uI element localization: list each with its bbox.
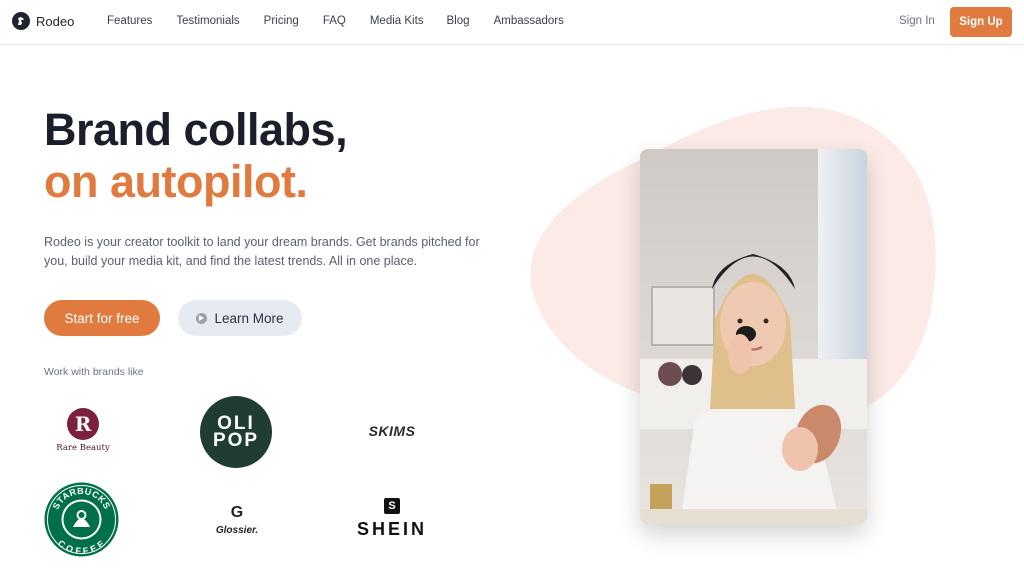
hero-headline: Brand collabs, on autopilot. — [44, 104, 355, 208]
shein-logo: S SHEIN — [355, 497, 429, 541]
creator-video[interactable] — [640, 149, 867, 524]
shein-mark: S — [384, 498, 400, 514]
glossier-mark: G — [230, 503, 244, 521]
brands-label: Work with brands like — [44, 366, 144, 378]
background-blob — [530, 106, 936, 426]
starbucks-logo: STARBUCKS COFFEE — [44, 482, 119, 557]
hero-subtext: Rodeo is your creator toolkit to land yo… — [44, 235, 480, 268]
glossier-text: Glossier. — [215, 524, 259, 536]
start-for-free-button[interactable]: Start for free — [44, 300, 160, 336]
play-icon — [196, 312, 208, 324]
glossier-logo: G Glossier. — [214, 500, 260, 540]
headline-line-1: Brand collabs, — [44, 104, 355, 156]
rare-beauty-text: Rare Beauty — [56, 442, 110, 453]
learn-more-button[interactable]: Learn More — [178, 300, 302, 336]
skims-logo: SKIMS — [368, 423, 416, 439]
shein-text: SHEIN — [356, 519, 427, 539]
rare-beauty-logo: R Rare Beauty — [52, 405, 114, 455]
learn-more-label: Learn More — [214, 310, 284, 326]
creator-video-image — [640, 149, 867, 524]
olipop-logo: OLI POP — [200, 396, 272, 468]
headline-line-2: on autopilot. — [44, 156, 308, 207]
olipop-line-2: POP — [212, 430, 260, 451]
rare-beauty-mark: R — [67, 407, 99, 440]
